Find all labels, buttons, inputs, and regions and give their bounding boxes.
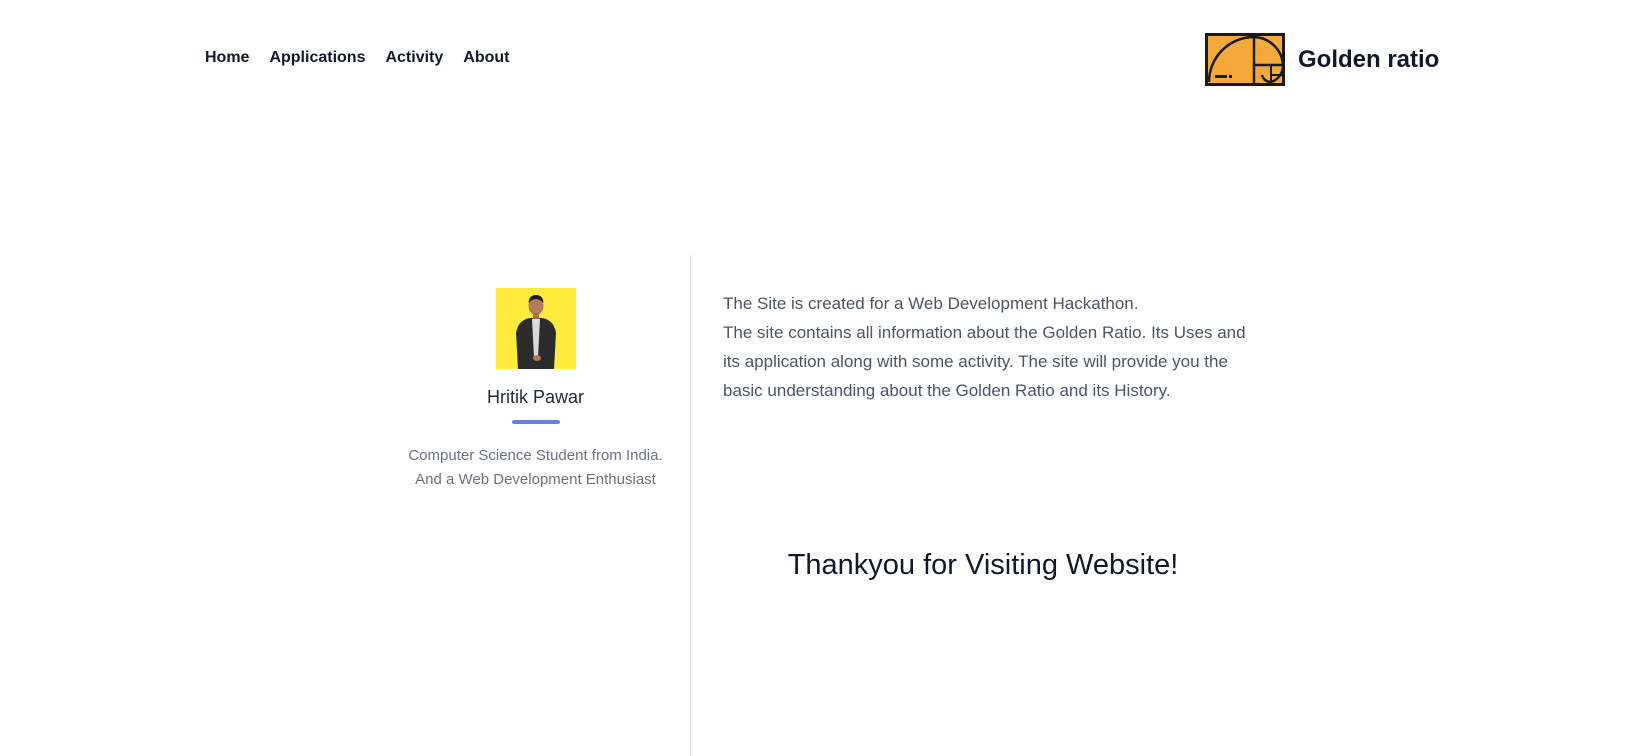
author-bio: Computer Science Student from India. And… xyxy=(408,447,663,488)
nav-activity-link[interactable]: Activity xyxy=(385,49,443,67)
brand[interactable]: Golden ratio xyxy=(1205,33,1439,86)
nav-applications-link[interactable]: Applications xyxy=(269,49,365,67)
section-divider xyxy=(690,255,691,756)
author-name: Hritik Pawar xyxy=(486,387,584,407)
page: Home Applications Activity About Golden … xyxy=(0,0,1645,756)
author-profile: Hritik Pawar Computer Science Student fr… xyxy=(400,288,671,492)
nav-about-link[interactable]: About xyxy=(463,49,509,67)
brand-name: Golden ratio xyxy=(1298,45,1440,73)
name-underline xyxy=(511,420,560,424)
about-line-2: The site contains all information about … xyxy=(723,323,1246,400)
main-nav: Home Applications Activity About xyxy=(205,49,509,67)
golden-spiral-logo-icon xyxy=(1205,33,1285,86)
thank-you-heading: Thankyou for Visiting Website! xyxy=(787,549,1179,581)
avatar xyxy=(495,288,576,369)
about-line-1: The Site is created for a Web Developmen… xyxy=(723,294,1139,313)
about-site: The Site is created for a Web Developmen… xyxy=(723,289,1253,405)
nav-home-link[interactable]: Home xyxy=(205,49,249,67)
